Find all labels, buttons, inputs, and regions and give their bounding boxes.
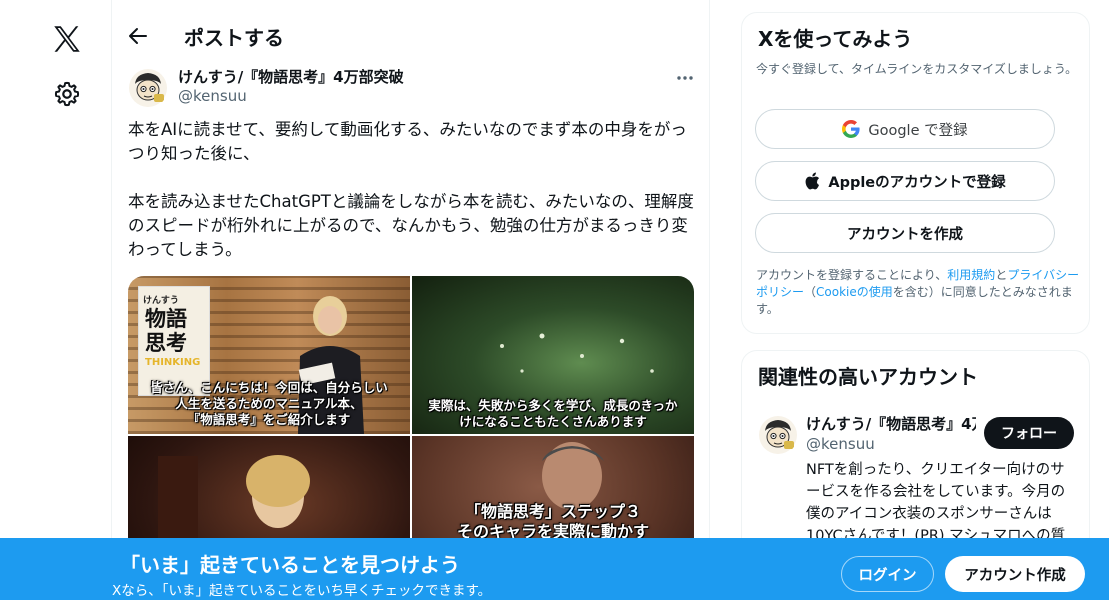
apple-signup-label: Appleのアカウントで登録 xyxy=(828,174,1006,191)
signup-button[interactable]: アカウント作成 xyxy=(945,556,1085,592)
book-author: けんすう xyxy=(143,296,179,306)
related-title: 関連性の高いアカウント xyxy=(758,365,978,389)
cookie-open: （ xyxy=(804,285,817,299)
gear-icon[interactable] xyxy=(53,80,81,108)
google-signup-button[interactable]: Google で登録 xyxy=(755,109,1055,149)
cookie-link[interactable]: Cookieの使用 xyxy=(816,285,893,299)
main-header: ポストする xyxy=(112,0,709,72)
post-author: けんすう/『物語思考』4万部突破 @kensuu xyxy=(128,64,698,110)
left-nav xyxy=(0,0,112,600)
apple-icon xyxy=(805,172,820,190)
media-1[interactable]: けんすう 物語 思考 THINKING 皆さん、こんにちは！今回は、自分らしい … xyxy=(128,276,410,434)
author-handle[interactable]: @kensuu xyxy=(178,87,247,105)
signup-title: Xを使ってみよう xyxy=(758,27,913,51)
signup-card: Xを使ってみよう 今すぐ登録して、タイムラインをカスタマイズしましょう。 Goo… xyxy=(741,12,1090,334)
book-subtitle: THINKING xyxy=(145,357,201,368)
related-handle[interactable]: @kensuu xyxy=(806,435,875,453)
banner-subtitle: Xなら、「いま」起きていることをいち早くチェックできます。 xyxy=(112,583,492,599)
more-icon[interactable] xyxy=(672,68,698,88)
terms-and: と xyxy=(995,268,1008,282)
create-account-button[interactable]: アカウントを作成 xyxy=(755,213,1055,253)
avatar[interactable] xyxy=(758,415,798,455)
signup-banner: 「いま」起きていることを見つけよう Xなら、「いま」起きていることをいち早くチェ… xyxy=(0,538,1109,600)
media-caption: 「物語思考」ステップ３ そのキャラを実際に動かす xyxy=(456,502,649,541)
signup-subtitle: 今すぐ登録して、タイムラインをカスタマイズしましょう。 xyxy=(756,62,1078,76)
media-caption: 皆さん、こんにちは！今回は、自分らしい 人生を送るためのマニュアル本、 『物語思… xyxy=(150,380,388,427)
page-title: ポストする xyxy=(184,26,284,50)
x-logo-icon[interactable] xyxy=(50,22,84,56)
follow-button[interactable]: フォロー xyxy=(984,417,1074,449)
media-caption: 実際は、失敗から多くを学び、成長のきっか けになることもたくさんあります xyxy=(428,398,678,429)
terms-prefix: アカウントを登録することにより、 xyxy=(756,268,948,282)
avatar[interactable] xyxy=(128,68,168,108)
related-bio: NFTを創ったり、クリエイター向けのサービスを作る会社をしています。今月の僕のア… xyxy=(806,462,1066,544)
book-title: 物語 思考 xyxy=(145,307,187,355)
google-signup-label: Google で登録 xyxy=(868,122,968,139)
main-column: ポストする けんすう/『物語思考』4万部突破 @kensuu 本をAIに読ませて… xyxy=(112,0,710,600)
banner-title: 「いま」起きていることを見つけよう xyxy=(120,553,460,577)
google-icon xyxy=(842,120,860,138)
apple-signup-button[interactable]: Appleのアカウントで登録 xyxy=(755,161,1055,201)
post-text: 本をAIに読ませて、要約して動画化する、みたいなのでまず本の中身をがっつり知った… xyxy=(128,120,694,259)
terms-link[interactable]: 利用規約 xyxy=(947,268,995,282)
back-arrow-icon[interactable] xyxy=(126,24,150,48)
login-button[interactable]: ログイン xyxy=(841,556,934,592)
media-2[interactable]: 実際は、失敗から多くを学び、成長のきっか けになることもたくさんあります xyxy=(412,276,694,434)
related-name[interactable]: けんすう/『物語思考』4万部突破 xyxy=(806,413,976,434)
author-name[interactable]: けんすう/『物語思考』4万部突破 xyxy=(178,66,404,87)
create-account-label: アカウントを作成 xyxy=(847,226,963,243)
terms-text: アカウントを登録することにより、利用規約とプライバシーポリシー（Cookieの使… xyxy=(756,267,1086,318)
